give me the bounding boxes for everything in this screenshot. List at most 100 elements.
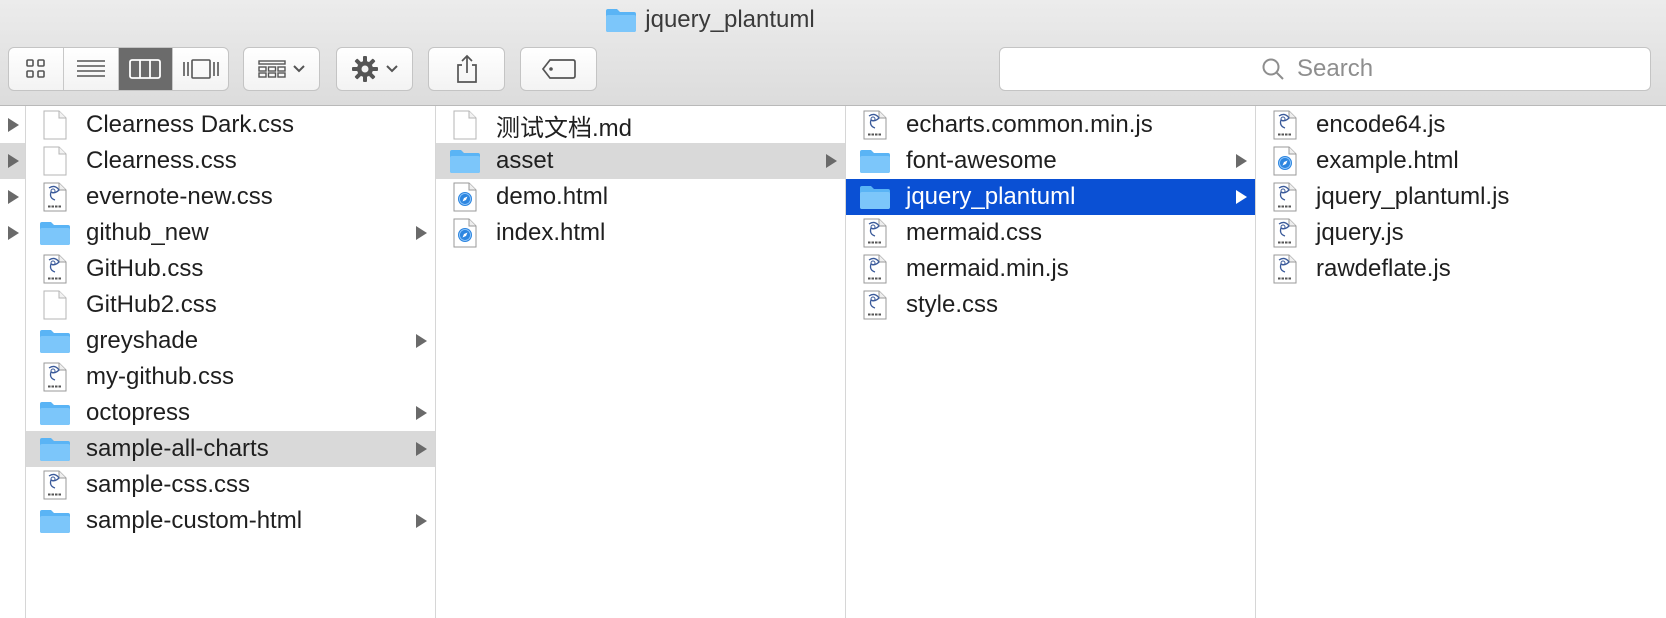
- file-row[interactable]: sample-css.css: [26, 467, 435, 503]
- file-row[interactable]: GitHub2.css: [26, 287, 435, 323]
- list-icon: [76, 60, 105, 77]
- item-name: jquery_plantuml.js: [1316, 183, 1510, 210]
- parent-column-row[interactable]: [0, 215, 25, 251]
- file-row[interactable]: index.html: [436, 215, 845, 251]
- text-file-icon: [863, 110, 887, 140]
- icon-view-button[interactable]: [9, 48, 64, 90]
- text-file-icon: [1273, 218, 1297, 248]
- disclosure-arrow-icon: [1236, 143, 1247, 179]
- share-button[interactable]: [428, 47, 505, 91]
- file-row[interactable]: evernote-new.css: [26, 179, 435, 215]
- action-button[interactable]: [336, 47, 413, 91]
- action-button-inner[interactable]: [337, 48, 412, 90]
- row-icon: [858, 254, 892, 284]
- triangle-right-icon: [1236, 154, 1247, 168]
- item-name: sample-all-charts: [86, 435, 269, 462]
- folder-row[interactable]: github_new: [26, 215, 435, 251]
- parent-column-row[interactable]: [0, 143, 25, 179]
- item-name: GitHub2.css: [86, 291, 217, 318]
- file-row[interactable]: Clearness.css: [26, 143, 435, 179]
- text-file-icon: [43, 182, 67, 212]
- triangle-right-icon: [416, 334, 427, 348]
- file-row[interactable]: echarts.common.min.js: [846, 107, 1255, 143]
- tag-icon: [541, 59, 576, 79]
- parent-column-row[interactable]: [0, 107, 25, 143]
- row-icon: [1268, 218, 1302, 248]
- triangle-right-icon: [826, 154, 837, 168]
- file-row[interactable]: Clearness Dark.css: [26, 107, 435, 143]
- item-name: sample-custom-html: [86, 507, 303, 534]
- row-icon: [38, 398, 72, 428]
- triangle-right-icon: [7, 226, 19, 240]
- item-name: greyshade: [86, 327, 199, 354]
- item-name: github_new: [86, 219, 209, 246]
- file-row[interactable]: example.html: [1256, 143, 1666, 179]
- html-file-icon: [1273, 146, 1297, 176]
- row-icon: [448, 182, 482, 212]
- disclosure-arrow-icon: [416, 395, 427, 431]
- item-name: sample-css.css: [86, 471, 251, 498]
- triangle-right-icon: [1236, 190, 1247, 204]
- search-field[interactable]: [999, 47, 1651, 91]
- triangle-right-icon: [7, 118, 19, 132]
- folder-icon: [40, 438, 70, 461]
- folder-icon: [40, 222, 70, 245]
- cover-flow-view-button[interactable]: [173, 48, 228, 90]
- column-view-button[interactable]: [118, 48, 174, 90]
- row-icon: [1268, 254, 1302, 284]
- column-3: echarts.common.min.js font-awesome jquery_…: [846, 106, 1256, 618]
- arrange-button-inner[interactable]: [244, 48, 319, 90]
- file-row[interactable]: mermaid.css: [846, 215, 1255, 251]
- folder-row[interactable]: font-awesome: [846, 143, 1255, 179]
- text-file-icon: [863, 290, 887, 320]
- folder-icon: [40, 510, 70, 533]
- item-name: my-github.css: [86, 363, 235, 390]
- chevron-down-icon: [385, 65, 398, 73]
- row-icon: [1268, 110, 1302, 140]
- file-row[interactable]: mermaid.min.js: [846, 251, 1255, 287]
- row-icon: [38, 470, 72, 500]
- text-file-icon: [43, 254, 67, 284]
- list-view-button[interactable]: [64, 48, 119, 90]
- folder-icon: [860, 186, 890, 209]
- folder-row[interactable]: asset: [436, 143, 845, 179]
- tag-button[interactable]: [520, 47, 597, 91]
- view-mode-group: [8, 47, 229, 91]
- arrange-button[interactable]: [243, 47, 320, 91]
- finder-window: jquery_plantuml Search Clearness Dark.cs…: [0, 0, 1666, 618]
- parent-column-stub: [0, 106, 26, 618]
- row-icon: [38, 146, 72, 176]
- item-name: demo.html: [496, 183, 609, 210]
- file-row[interactable]: GitHub.css: [26, 251, 435, 287]
- folder-row[interactable]: jquery_plantuml: [846, 179, 1255, 215]
- item-name: rawdeflate.js: [1316, 255, 1451, 282]
- row-icon: [38, 182, 72, 212]
- row-icon: [858, 110, 892, 140]
- column-2: 测试文档.md asset demo.html index.html: [436, 106, 846, 618]
- parent-column-row[interactable]: [0, 179, 25, 215]
- html-file-icon: [453, 218, 477, 248]
- folder-row[interactable]: greyshade: [26, 323, 435, 359]
- row-icon: [38, 362, 72, 392]
- tag-button-inner[interactable]: [521, 48, 596, 90]
- file-row[interactable]: demo.html: [436, 179, 845, 215]
- folder-row[interactable]: sample-all-charts: [26, 431, 435, 467]
- search-input[interactable]: [1295, 54, 1389, 84]
- file-row[interactable]: style.css: [846, 287, 1255, 323]
- file-row[interactable]: jquery_plantuml.js: [1256, 179, 1666, 215]
- row-icon: [448, 218, 482, 248]
- file-row[interactable]: 测试文档.md: [436, 107, 845, 143]
- item-name: asset: [496, 147, 554, 174]
- folder-row[interactable]: sample-custom-html: [26, 503, 435, 539]
- row-icon: [38, 110, 72, 140]
- folder-row[interactable]: octopress: [26, 395, 435, 431]
- file-row[interactable]: rawdeflate.js: [1256, 251, 1666, 287]
- file-row[interactable]: jquery.js: [1256, 215, 1666, 251]
- gear-icon: [351, 56, 378, 82]
- file-row[interactable]: my-github.css: [26, 359, 435, 395]
- row-icon: [1268, 146, 1302, 176]
- item-name: Clearness Dark.css: [86, 111, 295, 138]
- item-name: octopress: [86, 399, 191, 426]
- share-button-inner[interactable]: [429, 48, 504, 90]
- file-row[interactable]: encode64.js: [1256, 107, 1666, 143]
